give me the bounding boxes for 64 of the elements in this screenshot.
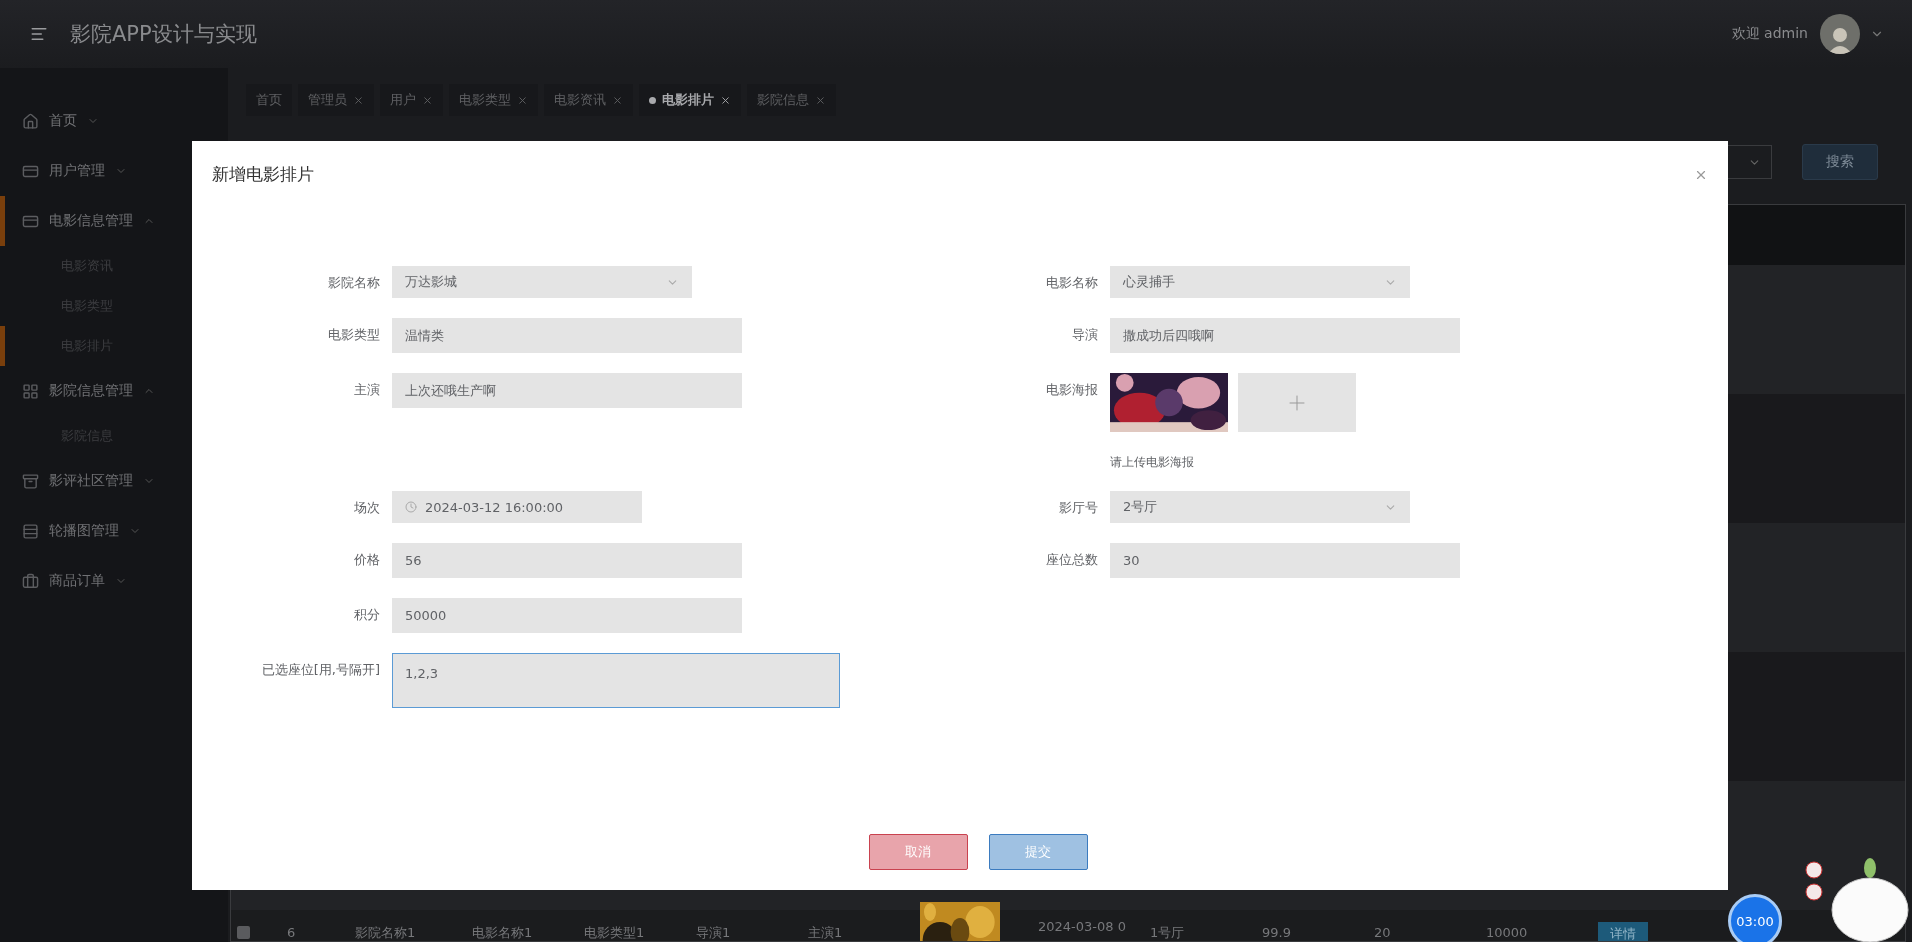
field-label: 影院名称 — [327, 274, 380, 292]
field-label: 积分 — [353, 606, 380, 624]
close-icon[interactable] — [720, 94, 731, 106]
input-field[interactable]: 上次还哦生产啊 — [392, 373, 742, 408]
cancel-button[interactable]: 取消 — [868, 834, 968, 870]
tab[interactable]: 电影类型 — [449, 84, 538, 116]
text-area[interactable]: 1,2,3 — [392, 653, 840, 708]
table-cell-text: 10000 — [1486, 924, 1529, 941]
field-label: 已选座位[用,号隔开] — [260, 661, 380, 679]
app-title: 影院APP设计与实现 — [70, 21, 258, 48]
row-checkbox[interactable] — [237, 926, 250, 939]
input-field[interactable]: 30 — [1110, 543, 1460, 578]
field-label: 影厅号 — [1058, 499, 1098, 517]
select-field[interactable]: 万达影城 — [392, 266, 692, 298]
dialog-title: 新增电影排片 — [212, 163, 314, 186]
greeting: 欢迎 admin — [1731, 25, 1808, 43]
table-cell-text: 影院名称1 — [355, 924, 417, 941]
select-field[interactable]: 心灵捕手 — [1110, 266, 1410, 298]
sidebar-item[interactable]: 商品订单 — [0, 556, 228, 606]
field-label: 电影类型 — [327, 326, 380, 344]
grid-icon — [22, 382, 39, 400]
home-icon — [22, 112, 39, 130]
menu-icon[interactable] — [30, 25, 48, 43]
tab[interactable]: 首页 — [246, 84, 292, 116]
field-label: 场次 — [353, 499, 380, 517]
archive-icon — [22, 472, 39, 490]
table-cell-text: 2024-03-08 0 — [1038, 918, 1127, 936]
table-cell-text: 20 — [1374, 924, 1392, 941]
sidebar-item[interactable]: 影评社区管理 — [0, 456, 228, 506]
table-cell-text: 6 — [287, 924, 297, 941]
sidebar-item[interactable]: 首页 — [0, 96, 228, 146]
upload-hint: 请上传电影海报 — [1110, 454, 1195, 471]
table-cell-text: 导演1 — [696, 924, 732, 941]
input-field[interactable]: 56 — [392, 543, 742, 578]
avatar[interactable] — [1820, 14, 1860, 54]
field-label: 价格 — [353, 551, 380, 569]
date-time-field[interactable]: 2024-03-12 16:00:00 — [392, 491, 642, 523]
field-label: 导演 — [1071, 326, 1098, 344]
select-field[interactable]: 2号厅 — [1110, 491, 1410, 523]
table-cell-text: 99.9 — [1262, 924, 1292, 941]
field-label: 电影海报 — [1045, 381, 1098, 399]
search-button[interactable]: 搜索 — [1802, 144, 1878, 180]
table-cell-text: 1号厅 — [1150, 924, 1186, 941]
table-cell-text: 电影类型1 — [584, 924, 646, 941]
input-field[interactable]: 温情类 — [392, 318, 742, 353]
tab[interactable]: 影院信息 — [747, 84, 836, 116]
detail-button[interactable]: 详情 — [1598, 922, 1648, 941]
field-label: 主演 — [353, 381, 380, 399]
tab[interactable]: 电影排片 — [639, 84, 741, 116]
table-cell-text: 主演1 — [808, 924, 844, 941]
input-field[interactable]: 撒成功后四哦啊 — [1110, 318, 1460, 353]
active-dot — [649, 96, 656, 104]
field-label: 座位总数 — [1045, 551, 1098, 569]
input-field[interactable]: 50000 — [392, 598, 742, 633]
tab[interactable]: 电影资讯 — [544, 84, 633, 116]
field-label: 电影名称 — [1045, 274, 1098, 292]
tab[interactable]: 管理员 — [298, 84, 374, 116]
rows-icon — [22, 522, 39, 540]
sidebar-item[interactable]: 影院信息管理 — [0, 366, 228, 416]
clock-icon — [405, 501, 417, 513]
sidebar-item[interactable]: 轮播图管理 — [0, 506, 228, 556]
briefcase-icon — [22, 572, 39, 590]
table-cell-text: 电影名称1 — [472, 924, 534, 941]
tab[interactable]: 用户 — [380, 84, 443, 116]
